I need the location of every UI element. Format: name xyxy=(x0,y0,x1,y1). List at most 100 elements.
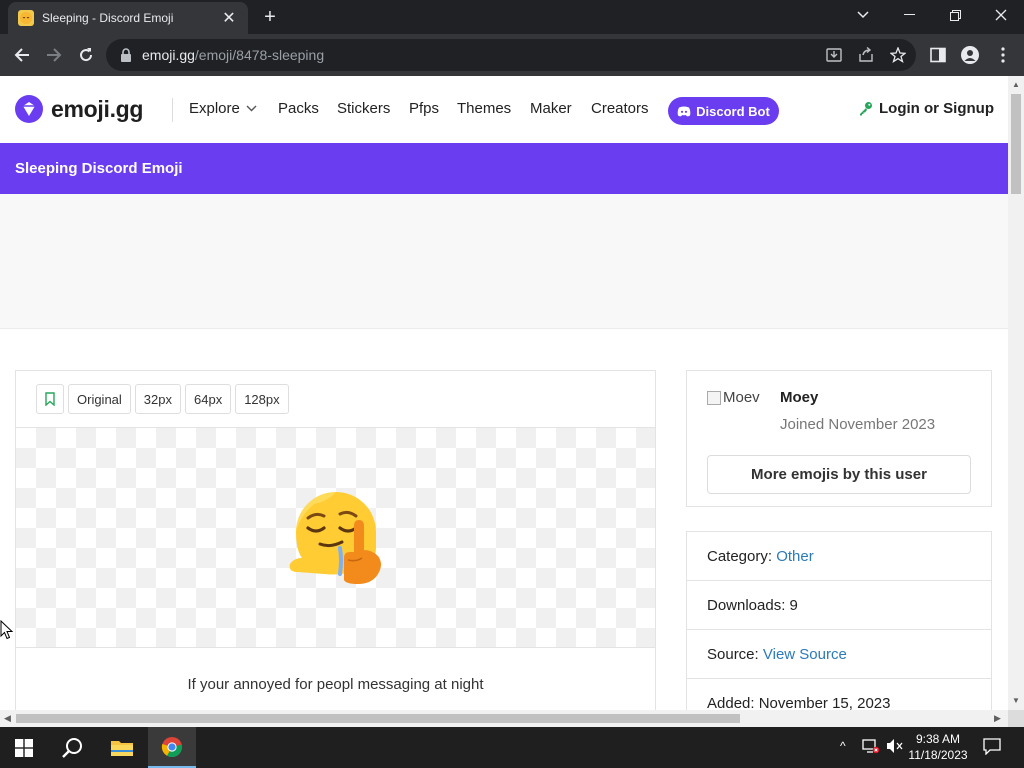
added-value: November 15, 2023 xyxy=(758,695,891,710)
key-icon xyxy=(860,102,872,116)
discord-icon xyxy=(677,106,691,116)
info-source-row: Source: View Source xyxy=(687,630,991,679)
avatar-alt-text: Moev xyxy=(723,389,760,406)
browser-tab-strip: Sleeping - Discord Emoji ✕ + xyxy=(0,0,1024,34)
emoji-card: Original 32px 64px 128px If your annoyed… xyxy=(15,370,656,710)
ad-placeholder xyxy=(0,194,1008,329)
side-panel-icon[interactable] xyxy=(927,44,949,66)
nav-maker[interactable]: Maker xyxy=(530,100,572,117)
clock-time: 9:38 AM xyxy=(915,732,961,746)
url-host: emoji.gg xyxy=(142,47,195,63)
restore-button[interactable] xyxy=(932,0,978,30)
web-page: emoji.gg Explore Packs Stickers Pfps The… xyxy=(0,76,1008,710)
scroll-down-arrow-icon[interactable]: ▼ xyxy=(1012,696,1020,705)
login-signup-link[interactable]: Login or Signup xyxy=(858,100,994,117)
info-downloads-row: Downloads: 9 xyxy=(687,581,991,630)
site-header: emoji.gg Explore Packs Stickers Pfps The… xyxy=(0,76,1008,143)
scroll-right-arrow-icon[interactable]: ▶ xyxy=(994,713,1001,724)
scroll-up-arrow-icon[interactable]: ▲ xyxy=(1012,80,1020,89)
emoji-favicon-icon xyxy=(18,10,34,26)
clock-date: 11/18/2023 xyxy=(908,748,968,762)
emoji-gg-logo-icon xyxy=(15,95,43,123)
horizontal-scroll-thumb[interactable] xyxy=(16,714,740,723)
nav-explore-label: Explore xyxy=(189,100,240,117)
network-icon[interactable] xyxy=(862,738,880,757)
bookmark-button[interactable] xyxy=(36,384,64,414)
nav-creators[interactable]: Creators xyxy=(591,100,649,117)
mouse-cursor-icon xyxy=(0,620,14,640)
notifications-button[interactable] xyxy=(983,738,1001,758)
source-label: Source: xyxy=(707,646,763,663)
nav-divider xyxy=(172,98,173,122)
info-category-row: Category: Other xyxy=(687,532,991,581)
login-label: Login or Signup xyxy=(879,100,994,117)
share-icon[interactable] xyxy=(855,44,877,66)
broken-image-icon xyxy=(707,390,721,405)
discord-bot-button[interactable]: Discord Bot xyxy=(668,97,779,125)
scroll-left-arrow-icon[interactable]: ◀ xyxy=(4,713,11,724)
emoji-preview xyxy=(16,427,655,648)
file-explorer-button[interactable] xyxy=(98,727,146,768)
chevron-down-icon xyxy=(246,105,257,112)
uploader-joined-date: Joined November 2023 xyxy=(780,416,936,433)
info-added-row: Added: November 15, 2023 xyxy=(687,679,991,710)
size-32px-button[interactable]: 32px xyxy=(134,384,181,414)
notification-icon xyxy=(983,738,1001,756)
nav-stickers[interactable]: Stickers xyxy=(337,100,390,117)
category-link[interactable]: Other xyxy=(776,548,814,565)
minimize-button[interactable] xyxy=(886,0,932,30)
back-arrow-icon[interactable] xyxy=(9,42,35,68)
close-window-button[interactable] xyxy=(978,0,1024,30)
tab-search-icon[interactable] xyxy=(840,0,886,30)
nav-pfps[interactable]: Pfps xyxy=(409,100,439,117)
uploader-card: Moev Moey Joined November 2023 More emoj… xyxy=(686,370,992,507)
address-bar[interactable]: emoji.gg /emoji/8478-sleeping xyxy=(106,39,916,71)
emoji-info-card: Category: Other Downloads: 9 Source: Vie… xyxy=(686,531,992,710)
size-128px-button[interactable]: 128px xyxy=(235,384,289,414)
windows-taskbar: ^ 9:38 AM 11/18/2023 xyxy=(0,727,1024,768)
nav-themes[interactable]: Themes xyxy=(457,100,511,117)
system-clock[interactable]: 9:38 AM 11/18/2023 xyxy=(906,731,970,763)
url-path: /emoji/8478-sleeping xyxy=(194,47,325,63)
reload-icon[interactable] xyxy=(73,42,99,68)
downloads-label: Downloads: xyxy=(707,597,790,614)
chrome-menu-icon[interactable] xyxy=(992,44,1014,66)
discord-bot-label: Discord Bot xyxy=(696,103,770,119)
nav-packs[interactable]: Packs xyxy=(278,100,319,117)
view-source-link[interactable]: View Source xyxy=(763,646,847,663)
sleeping-emoji-image[interactable] xyxy=(284,484,388,588)
category-label: Category: xyxy=(707,548,777,565)
scrollbar-corner xyxy=(1008,710,1024,727)
profile-icon[interactable] xyxy=(959,44,981,66)
chrome-icon xyxy=(161,736,183,757)
size-64px-button[interactable]: 64px xyxy=(185,384,232,414)
vertical-scrollbar[interactable]: ▲ ▼ xyxy=(1008,76,1024,710)
chrome-taskbar-button[interactable] xyxy=(148,727,196,768)
forward-arrow-icon[interactable] xyxy=(41,42,67,68)
windows-logo-icon xyxy=(15,738,33,757)
uploader-name[interactable]: Moey xyxy=(780,389,818,406)
site-logo[interactable]: emoji.gg xyxy=(15,95,143,123)
size-original-button[interactable]: Original xyxy=(68,384,131,414)
more-emojis-button[interactable]: More emojis by this user xyxy=(707,455,971,494)
search-icon xyxy=(62,737,82,758)
start-button[interactable] xyxy=(0,727,48,768)
nav-explore[interactable]: Explore xyxy=(189,100,257,117)
install-app-icon[interactable] xyxy=(823,44,845,66)
page-banner: Sleeping Discord Emoji xyxy=(0,143,1008,194)
show-hidden-icons-icon[interactable]: ^ xyxy=(840,739,846,753)
emoji-description: If your annoyed for peopl messaging at n… xyxy=(187,676,484,693)
avatar[interactable]: Moev xyxy=(707,389,760,406)
browser-tab[interactable]: Sleeping - Discord Emoji ✕ xyxy=(8,2,248,34)
horizontal-scrollbar[interactable]: ◀ ▶ xyxy=(0,710,1008,727)
lock-icon xyxy=(121,48,131,62)
taskbar-search-button[interactable] xyxy=(48,727,96,768)
tab-close-icon[interactable]: ✕ xyxy=(220,8,238,28)
folder-icon xyxy=(111,740,133,756)
page-title: Sleeping Discord Emoji xyxy=(15,160,183,177)
volume-icon[interactable] xyxy=(886,738,904,757)
new-tab-button[interactable]: + xyxy=(258,6,282,28)
size-selector: Original 32px 64px 128px xyxy=(36,384,289,414)
bookmark-star-icon[interactable] xyxy=(887,44,909,66)
vertical-scroll-thumb[interactable] xyxy=(1011,94,1021,194)
